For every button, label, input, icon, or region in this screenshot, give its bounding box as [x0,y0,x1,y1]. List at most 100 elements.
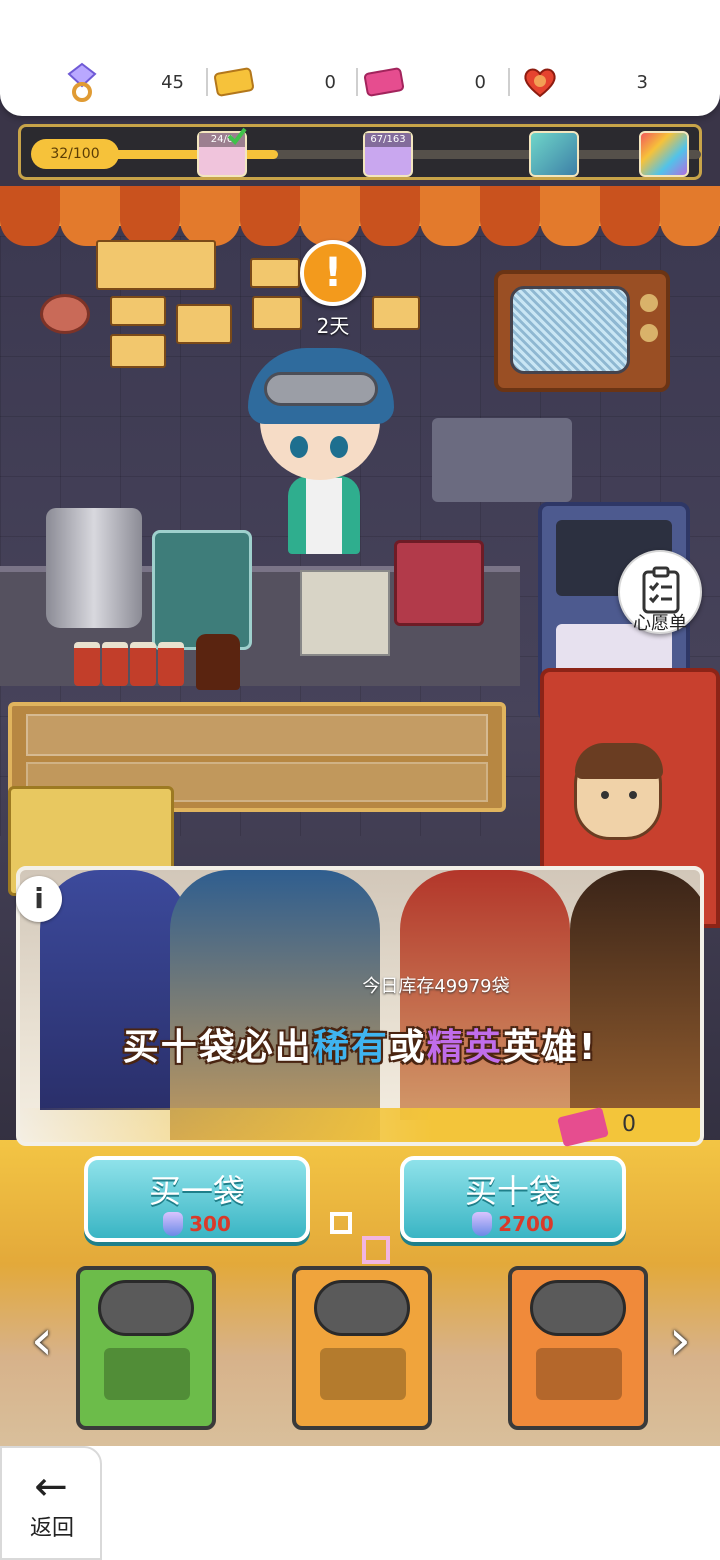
tv-screen [510,286,630,374]
doll-hair [575,743,663,779]
milestone-purple-box[interactable]: 67/163 [363,131,413,177]
doll-eye [629,791,637,799]
cooking-pot [46,508,142,628]
buy-ten-cost-row: 2700 [404,1212,622,1236]
drink-cooler [152,530,252,650]
stock-text: 今日库存49979袋 [362,976,510,997]
back-button[interactable]: ← 返回 [0,1446,102,1560]
soda-can [130,642,156,686]
pink-ticket-count: 0 [474,71,486,93]
diamond-count: 45 [161,71,184,93]
alert-days-label: 2天 [316,314,350,338]
gold-ticket-count: 0 [324,71,336,93]
bottom-bar [0,1446,720,1560]
milestone-capsule-card[interactable] [529,131,579,177]
prev-arrow-button[interactable]: ‹ [18,1306,66,1376]
buy-one-cost: 300 [189,1212,231,1236]
soda-can [74,642,100,686]
currency-bar: 45 0 0 3 [0,0,720,116]
currency-gold-ticket[interactable]: 0 [212,58,336,106]
sparkle-square [330,1212,352,1234]
bag-emblem [320,1348,406,1400]
back-arrow-icon: ← [34,1464,68,1510]
bag-green[interactable] [76,1266,216,1430]
divider [356,68,358,96]
currency-diamond[interactable]: 45 [60,58,184,106]
sparkle-square [362,1236,390,1264]
milestone-label: 67/163 [365,133,411,147]
snack-sign [96,240,216,290]
doll-eye [601,791,609,799]
wishlist-label: 心愿单 [633,613,687,634]
banner-slogan: 买十袋必出稀有或精英英雄! [30,1018,690,1070]
tv-knob [640,294,658,312]
buy-ten-cost: 2700 [498,1212,554,1236]
checkmark-icon [227,127,247,145]
hero-banner: 今日库存49979袋 买十袋必出稀有或精英英雄! [16,866,704,1146]
gold-ticket-icon [212,60,256,104]
shopkeeper-eye [290,436,308,458]
shopkeeper-eye [330,436,348,458]
currency-heart[interactable]: 3 [518,58,648,106]
pink-ticket-icon [362,60,406,104]
progress-label: 32/100 [31,139,119,169]
bag-lid [98,1280,194,1336]
slogan-rare: 稀有 [312,1027,389,1068]
currency-pink-ticket[interactable]: 0 [362,58,486,106]
snack-pack [252,296,302,330]
doll-face-sign [574,743,663,840]
snack-pack [250,258,300,288]
divider [508,68,510,96]
hero-portrait-left [40,870,190,1110]
diamond-icon [163,1212,184,1236]
progress-rail: 32/100 24/0 67/163 [18,124,702,180]
bag-lid [314,1280,410,1336]
buy-one-button[interactable]: 买一袋 300 [84,1156,310,1242]
snack-pack [372,296,420,330]
soda-cans [74,642,194,688]
back-label: 返回 [29,1516,74,1541]
slogan-suffix: 英雄! [502,1027,598,1068]
progress-fill [101,150,278,159]
slogan-elite: 精英 [426,1027,503,1068]
divider [206,68,208,96]
bag-emblem [536,1348,622,1400]
soda-can [158,642,184,686]
heart-icon [518,60,562,104]
info-button[interactable]: i [16,876,62,922]
ticket-count: 0 [622,1112,636,1137]
clipboard-icon [642,566,680,614]
bag-orange-cat[interactable] [292,1266,432,1430]
buy-one-cost-row: 300 [88,1212,306,1236]
tv-knob [640,324,658,342]
toy-car-shelf [432,418,572,502]
buy-ten-label: 买十袋 [464,1172,561,1210]
heart-count: 3 [636,71,648,93]
old-tv [494,270,670,392]
milestone-gift-box[interactable]: 24/0 [197,127,247,177]
hanging-lamp [40,294,90,334]
next-arrow-button[interactable]: › [656,1306,704,1376]
notebooks [300,570,390,656]
cola-bottles [196,634,240,690]
shopkeeper-shirt [306,478,342,554]
buy-one-label: 买一袋 [148,1172,245,1210]
shopkeeper-goggles [264,372,378,406]
soda-can [102,642,128,686]
diamond-icon [472,1212,493,1236]
buy-ten-button[interactable]: 买十袋 2700 [400,1156,626,1242]
hero-portrait-center [170,870,380,1140]
bag-lid [530,1280,626,1336]
alert-badge[interactable]: ! [300,240,366,306]
slogan-or: 或 [388,1027,427,1068]
bag-heart-cat[interactable] [508,1266,648,1430]
hero-portrait-far-right [570,870,700,1110]
bag-emblem [104,1348,190,1400]
slogan-prefix: 买十袋必出 [122,1027,313,1068]
diamond-ring-icon [60,60,104,104]
milestone-rainbow-card[interactable] [639,131,689,177]
snack-pack [176,304,232,344]
snack-pack [110,296,166,326]
shelf-glass [26,714,488,756]
snack-pack [110,334,166,368]
